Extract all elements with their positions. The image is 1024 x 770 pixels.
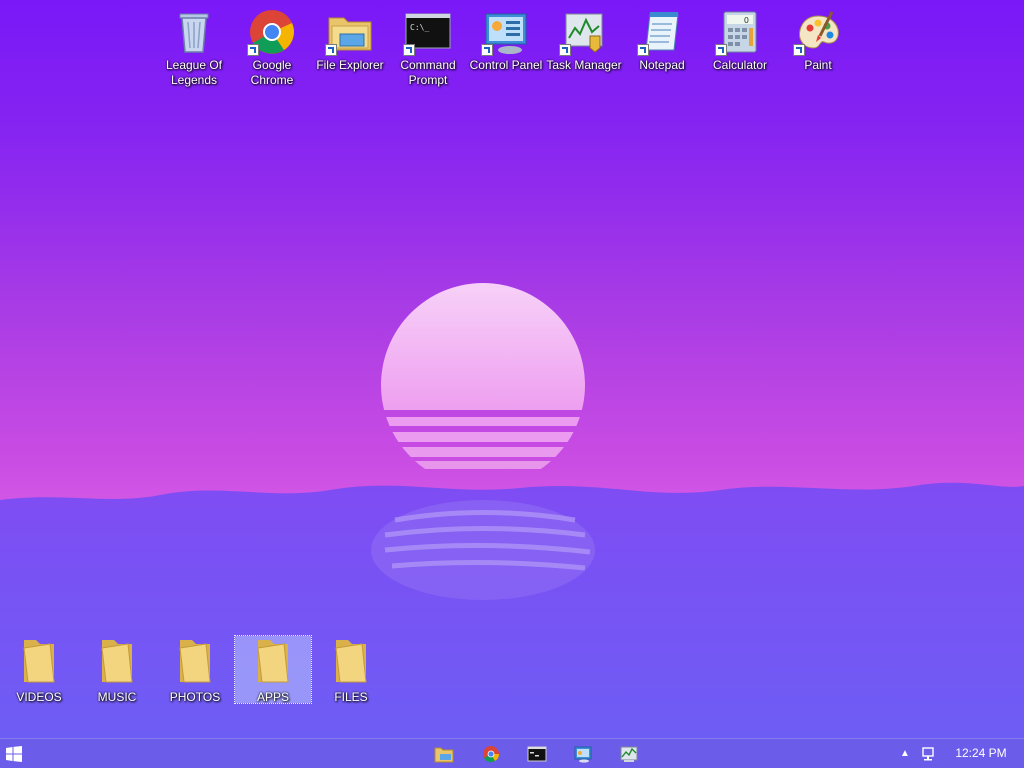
- desktop-icon-paint[interactable]: Paint: [780, 8, 856, 73]
- desktop-icon-command-prompt[interactable]: C:\_ Command Prompt: [390, 8, 466, 88]
- folder-files[interactable]: FILES: [313, 636, 389, 704]
- recycle-bin-icon: [170, 8, 218, 56]
- folder-music[interactable]: MUSIC: [79, 636, 155, 704]
- folder-icon: [176, 636, 214, 686]
- icon-label: Command: [400, 58, 456, 72]
- notepad-icon: [637, 8, 686, 56]
- taskbar-command-prompt[interactable]: [526, 743, 548, 765]
- windows-logo-icon: [6, 746, 22, 762]
- shortcut-arrow-icon: [403, 44, 415, 56]
- chrome-icon: [247, 8, 296, 56]
- folder-label: PHOTOS: [169, 690, 221, 704]
- folder-photos[interactable]: PHOTOS: [157, 636, 233, 704]
- icon-label: League Of: [165, 58, 223, 72]
- shortcut-arrow-icon: [793, 44, 805, 56]
- desktop-icon-calculator[interactable]: 0 Calculator: [702, 8, 778, 73]
- shortcut-arrow-icon: [325, 44, 337, 56]
- icon-label: Legends: [170, 73, 218, 87]
- icon-label: Notepad: [639, 58, 685, 72]
- command-prompt-icon: [527, 746, 547, 762]
- cmd-text: C:\_: [410, 23, 429, 32]
- start-button[interactable]: [6, 746, 22, 762]
- task-manager-icon: [559, 8, 608, 56]
- shortcut-arrow-icon: [715, 44, 727, 56]
- desktop-icon-google-chrome[interactable]: Google Chrome: [234, 8, 310, 88]
- folder-icon: [332, 636, 370, 686]
- desktop-icon-control-panel[interactable]: Control Panel: [468, 8, 544, 73]
- command-prompt-icon: C:\_: [403, 8, 452, 56]
- control-panel-icon: [574, 746, 592, 763]
- shortcut-arrow-icon: [481, 44, 493, 56]
- desktop-icon-league-of-legends[interactable]: League Of Legends: [156, 8, 232, 88]
- chrome-icon: [483, 746, 500, 763]
- taskbar-task-manager[interactable]: [618, 743, 640, 765]
- folder-label: FILES: [334, 690, 368, 704]
- folder-icon: [98, 636, 136, 686]
- icon-label: Control Panel: [469, 58, 543, 72]
- show-hidden-icons-button[interactable]: ▲: [900, 748, 910, 759]
- file-explorer-icon: [434, 747, 454, 763]
- desktop-icon-task-manager[interactable]: Task Manager: [546, 8, 622, 73]
- taskbar-clock[interactable]: 12:24 PM: [946, 746, 1016, 760]
- folder-videos[interactable]: VIDEOS: [1, 636, 77, 704]
- wallpaper-sunset: [0, 283, 1024, 738]
- control-panel-icon: [481, 8, 530, 56]
- icon-label: Calculator: [712, 58, 768, 72]
- calculator-icon: 0: [715, 8, 764, 56]
- shortcut-arrow-icon: [247, 44, 259, 56]
- network-icon[interactable]: [920, 746, 936, 762]
- icon-label: File Explorer: [316, 58, 384, 72]
- icon-label: Task Manager: [546, 58, 622, 72]
- folder-icon: [20, 636, 58, 686]
- folder-apps[interactable]: APPS: [234, 635, 312, 704]
- task-manager-icon: [620, 746, 638, 762]
- folder-icon: [254, 636, 292, 686]
- shortcut-arrow-icon: [637, 44, 649, 56]
- calc-display: 0: [744, 16, 749, 25]
- icon-label: Prompt: [408, 73, 448, 87]
- paint-icon: [793, 8, 842, 56]
- icon-label: Chrome: [250, 73, 294, 87]
- desktop-icon-file-explorer[interactable]: File Explorer: [312, 8, 388, 73]
- taskbar: ▲ 12:24 PM: [0, 738, 1024, 768]
- icon-label: Google: [252, 58, 292, 72]
- folder-label: APPS: [256, 690, 289, 704]
- taskbar-chrome[interactable]: [480, 743, 502, 765]
- folder-label: MUSIC: [97, 690, 137, 704]
- taskbar-file-explorer[interactable]: [433, 743, 455, 765]
- desktop-icon-notepad[interactable]: Notepad: [624, 8, 700, 73]
- desktop[interactable]: League Of Legends Google Chrome File Exp…: [0, 0, 1024, 738]
- folder-label: VIDEOS: [16, 690, 62, 704]
- taskbar-control-panel[interactable]: [572, 743, 594, 765]
- file-explorer-icon: [325, 8, 374, 56]
- shortcut-arrow-icon: [559, 44, 571, 56]
- icon-label: Paint: [804, 58, 832, 72]
